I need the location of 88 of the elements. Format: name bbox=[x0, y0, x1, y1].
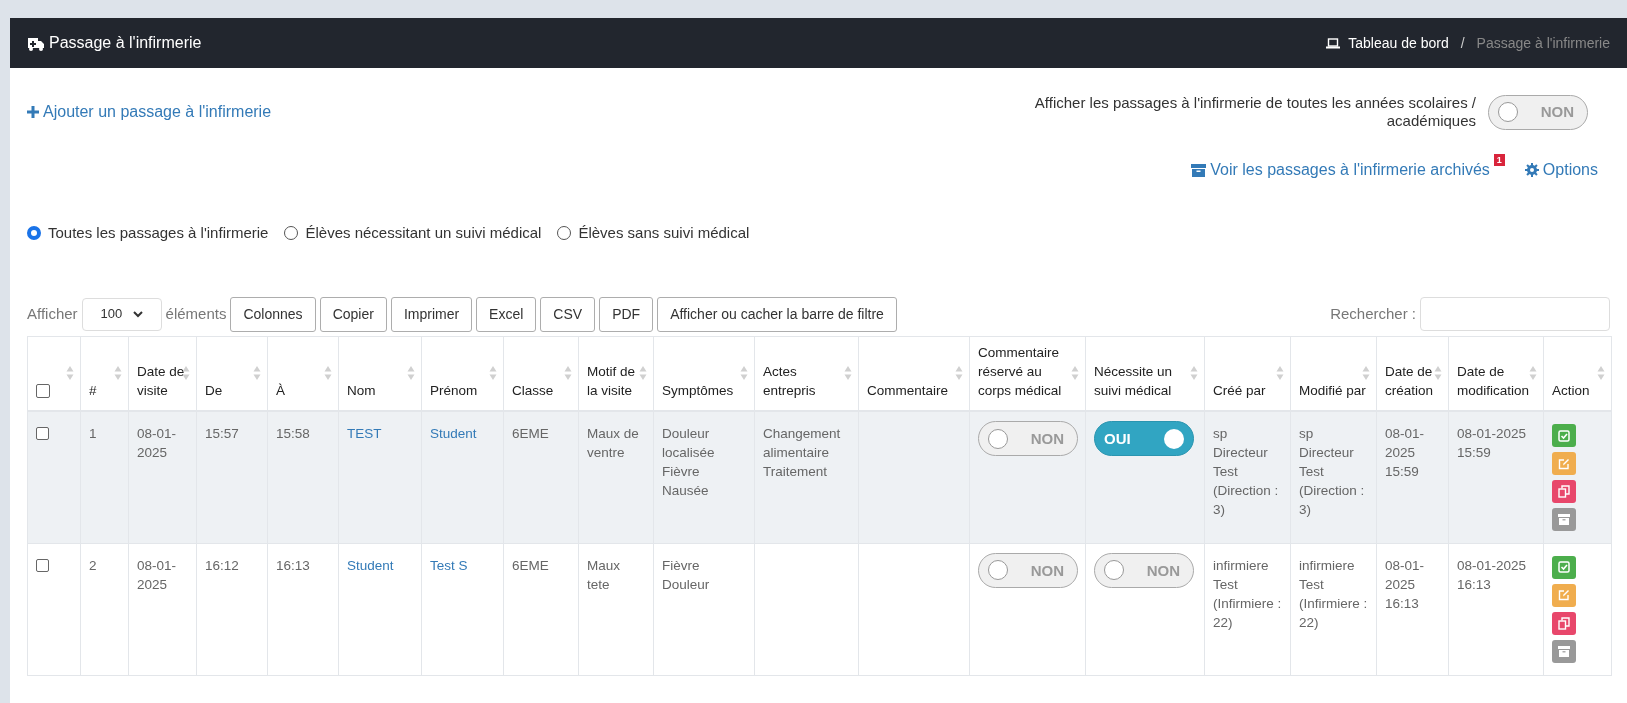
table-cell-text: Traitement bbox=[763, 463, 829, 481]
laptop-icon bbox=[1326, 37, 1341, 49]
chevron-down-icon bbox=[132, 310, 143, 318]
table-cell-text: Douleur bbox=[662, 575, 711, 594]
all-years-label: Afficher les passages à l'infirmerie de toutes les années scolaires / académiques bbox=[1033, 94, 1476, 130]
archive-icon bbox=[1558, 514, 1570, 525]
plus-icon bbox=[27, 106, 39, 118]
filter-radio[interactable]: Élèves nécessitant un suivi médical bbox=[284, 222, 542, 245]
column-header[interactable]: Nom bbox=[347, 381, 413, 400]
show-label: Afficher bbox=[27, 303, 78, 324]
table-cell: 6EME bbox=[512, 426, 549, 441]
table-cell: 08-01-2025 16:13 bbox=[1457, 557, 1527, 592]
toolbar-button[interactable]: Excel bbox=[476, 296, 537, 332]
archive-button[interactable] bbox=[1552, 639, 1576, 663]
row-checkbox[interactable] bbox=[36, 427, 49, 440]
table-cell: 08-01-2025 bbox=[137, 426, 177, 460]
copy-button[interactable] bbox=[1552, 480, 1576, 503]
breadcrumb-separator: / bbox=[1459, 33, 1466, 53]
table-cell: 16:12 bbox=[205, 557, 239, 573]
table-cell: 08-01-2025 bbox=[137, 557, 177, 592]
edit-button[interactable] bbox=[1552, 452, 1576, 475]
student-link[interactable]: TEST bbox=[347, 426, 382, 441]
table-cell: 15:57 bbox=[205, 426, 239, 441]
table-cell-text: Fièvre bbox=[662, 463, 701, 481]
table-cell: sp Directeur Test (Direction : 3) bbox=[1299, 426, 1365, 517]
table-cell-text: Fièvre bbox=[662, 556, 701, 575]
edit-button[interactable] bbox=[1552, 583, 1576, 607]
table-cell: 16:13 bbox=[276, 557, 310, 573]
table-cell-text: Changement alimentaire bbox=[763, 425, 842, 462]
student-link[interactable]: Student bbox=[430, 426, 477, 441]
add-passage-link[interactable]: Ajouter un passage à l'infirmerie bbox=[27, 94, 272, 124]
search-field[interactable] bbox=[1420, 297, 1610, 331]
table-cell: sp Directeur Test (Direction : 3) bbox=[1213, 426, 1279, 517]
options-link[interactable]: Options bbox=[1524, 158, 1598, 182]
edit-icon bbox=[1558, 589, 1570, 601]
column-header[interactable]: De bbox=[205, 381, 259, 400]
table-cell: 08-01-2025 15:59 bbox=[1457, 426, 1527, 460]
breadcrumb-link[interactable]: Tableau de bord bbox=[1348, 32, 1449, 54]
check-square-icon bbox=[1558, 429, 1570, 442]
archive-icon bbox=[1558, 645, 1570, 657]
table-cell: 15:58 bbox=[276, 426, 310, 441]
toolbar-button[interactable]: Colonnes bbox=[230, 296, 316, 332]
column-header[interactable]: Action bbox=[1552, 381, 1603, 400]
table-cell-text: Douleur localisée bbox=[662, 425, 716, 462]
copy-icon bbox=[1558, 485, 1570, 498]
table-cell: Maux tete bbox=[587, 557, 620, 592]
validate-button[interactable] bbox=[1552, 555, 1576, 579]
table-cell: 6EME bbox=[512, 557, 549, 573]
column-header[interactable]: # bbox=[89, 381, 120, 400]
toolbar-button[interactable]: Copier bbox=[319, 296, 387, 332]
ambulance-icon bbox=[27, 35, 45, 51]
archive-box-icon bbox=[1191, 163, 1207, 177]
row-checkbox[interactable] bbox=[36, 558, 49, 572]
copy-icon bbox=[1558, 616, 1570, 630]
count-badge: 1 bbox=[1493, 154, 1505, 166]
table-cell-text: Nausée bbox=[662, 482, 710, 500]
table-cell: 1 bbox=[89, 426, 97, 441]
filter-radio[interactable]: Élèves sans suivi médical bbox=[557, 222, 750, 245]
toolbar-button[interactable]: Afficher ou cacher la barre de filtre bbox=[657, 296, 897, 332]
table-cell: 08-01-2025 15:59 bbox=[1385, 426, 1425, 479]
table-cell: 08-01-2025 16:13 bbox=[1385, 557, 1425, 611]
entries-label: éléments bbox=[165, 303, 227, 324]
toolbar-button[interactable]: Imprimer bbox=[390, 296, 473, 332]
breadcrumb-current: Passage à l'infirmerie bbox=[1476, 33, 1610, 53]
copy-button[interactable] bbox=[1552, 611, 1576, 635]
filter-radio[interactable]: Toutes les passages à l'infirmerie bbox=[27, 222, 269, 245]
toolbar-button[interactable]: CSV bbox=[540, 296, 596, 332]
page-title: Passage à l'infirmerie bbox=[49, 33, 202, 53]
page-length-select[interactable]: 100 bbox=[81, 297, 162, 331]
table-cell: infirmiere Test (Infirmiere : 22) bbox=[1299, 557, 1368, 630]
sort-icon[interactable] bbox=[182, 364, 190, 381]
settings-icon bbox=[1524, 163, 1539, 177]
student-link[interactable]: Student bbox=[347, 557, 394, 573]
search-label: Rechercher : bbox=[1330, 303, 1416, 324]
toolbar-button[interactable]: PDF bbox=[599, 296, 654, 332]
table-cell: 2 bbox=[89, 557, 97, 573]
table-cell: Maux de ventre bbox=[587, 426, 639, 460]
column-header[interactable]: Prénom bbox=[430, 381, 495, 400]
student-link[interactable]: Test S bbox=[430, 557, 468, 573]
edit-icon bbox=[1558, 457, 1570, 470]
check-square-icon bbox=[1558, 561, 1570, 573]
select-all-checkbox[interactable] bbox=[36, 384, 50, 398]
column-header[interactable]: Classe bbox=[512, 381, 570, 400]
validate-button[interactable] bbox=[1552, 424, 1576, 447]
archive-button[interactable] bbox=[1552, 508, 1576, 531]
archived-passages-link[interactable]: Voir les passages à l'infirmerie archivés bbox=[1191, 158, 1490, 182]
column-header[interactable]: À bbox=[276, 381, 330, 400]
table-cell: infirmiere Test (Infirmiere : 22) bbox=[1213, 557, 1282, 630]
